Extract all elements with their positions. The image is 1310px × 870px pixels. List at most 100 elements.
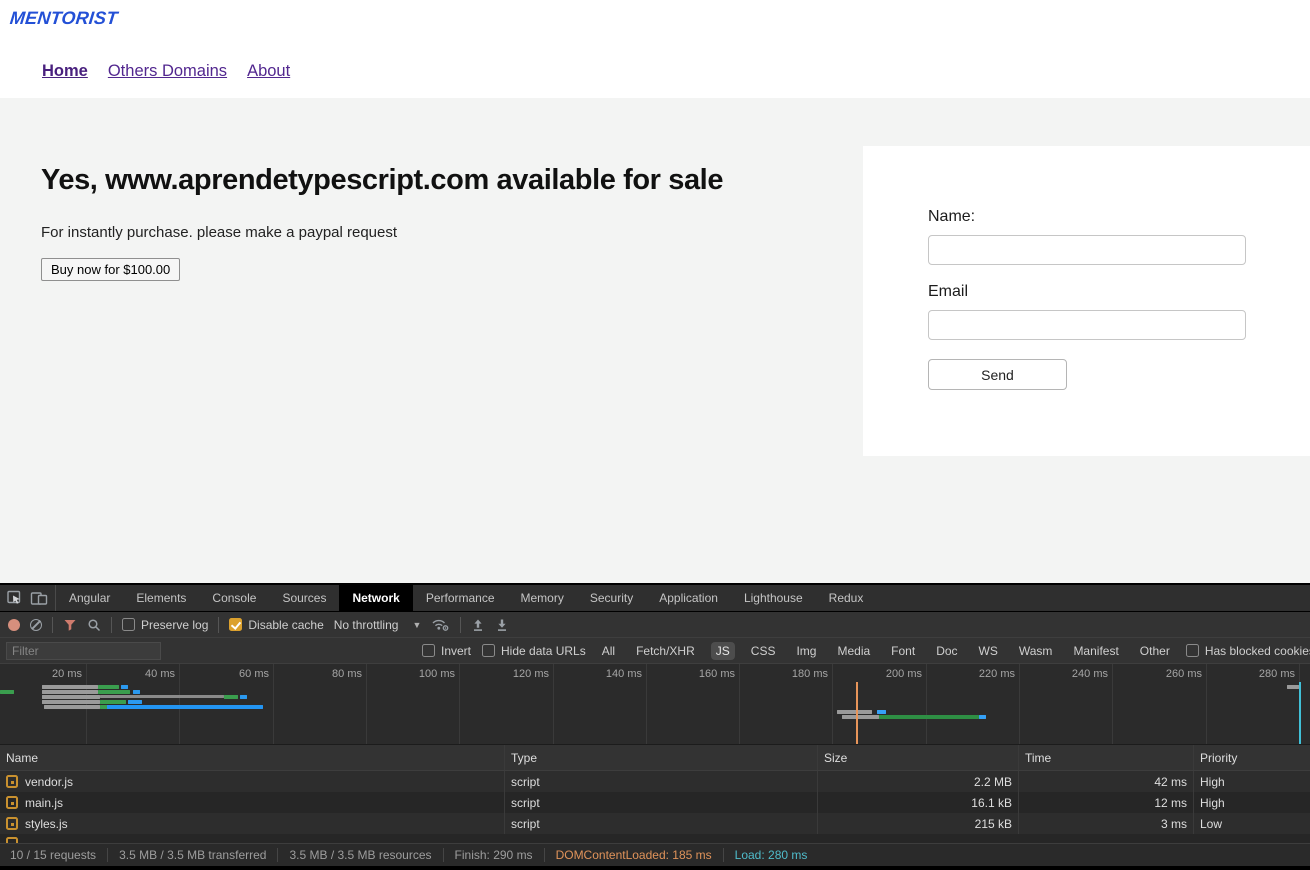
table-row-partial[interactable] xyxy=(0,834,1310,843)
tab-sources[interactable]: Sources xyxy=(269,585,339,611)
cell-time: 42 ms xyxy=(1154,775,1187,789)
timeline-tick-label: 40 ms xyxy=(117,668,175,680)
timeline-tick-label: 240 ms xyxy=(1050,668,1108,680)
hide-data-urls-checkbox[interactable] xyxy=(482,644,495,657)
type-filter-css[interactable]: CSS xyxy=(746,642,781,660)
type-filter-all[interactable]: All xyxy=(597,642,620,660)
waterfall-bar xyxy=(842,715,879,719)
cell-priority: Low xyxy=(1200,817,1222,831)
site-nav: Home Others Domains About xyxy=(42,62,290,81)
js-file-icon xyxy=(6,817,18,830)
device-toolbar-icon[interactable] xyxy=(30,590,49,607)
inspect-element-icon[interactable] xyxy=(6,589,24,607)
divider xyxy=(52,617,53,633)
waterfall-bar xyxy=(979,715,986,719)
tab-application[interactable]: Application xyxy=(646,585,731,611)
type-filter-fetch-xhr[interactable]: Fetch/XHR xyxy=(631,642,700,660)
waterfall-bar xyxy=(133,690,140,694)
email-field[interactable] xyxy=(928,310,1246,340)
send-button[interactable]: Send xyxy=(928,359,1067,390)
waterfall-bar xyxy=(42,685,98,689)
timeline-tick-label: 100 ms xyxy=(397,668,455,680)
waterfall-bar xyxy=(100,695,224,698)
type-filter-manifest[interactable]: Manifest xyxy=(1068,642,1123,660)
type-filter-img[interactable]: Img xyxy=(791,642,821,660)
resource-type-filters: All Fetch/XHR JS CSS Img Media Font Doc WS Wasm Ma… xyxy=(597,642,1175,660)
column-header-priority[interactable]: Priority xyxy=(1194,745,1310,770)
buy-now-button[interactable]: Buy now for $100.00 xyxy=(41,258,180,281)
has-blocked-cookies-toggle[interactable]: Has blocked cookies xyxy=(1186,644,1310,658)
table-row-main-js[interactable]: main.jsscript16.1 kB12 msHigh xyxy=(0,792,1310,813)
site-logo[interactable]: MENTORIST xyxy=(9,8,119,29)
invert-toggle[interactable]: Invert xyxy=(422,644,471,658)
timeline-tick-label: 260 ms xyxy=(1144,668,1202,680)
timeline-gridline xyxy=(273,664,274,744)
timeline-tick-label: 180 ms xyxy=(770,668,828,680)
type-filter-js[interactable]: JS xyxy=(711,642,735,660)
import-har-icon[interactable] xyxy=(471,618,485,632)
preserve-log-checkbox[interactable] xyxy=(122,618,135,631)
record-network-log-icon[interactable] xyxy=(8,619,20,631)
cell-name: vendor.js xyxy=(25,775,73,789)
devtools-tabbar: AngularElementsConsoleSourcesNetworkPerf… xyxy=(0,585,1310,612)
search-icon[interactable] xyxy=(87,618,101,632)
status-3-5-mb-3-5-mb-resources: 3.5 MB / 3.5 MB resources xyxy=(277,848,442,862)
export-har-icon[interactable] xyxy=(495,618,509,632)
type-filter-doc[interactable]: Doc xyxy=(931,642,962,660)
column-header-size[interactable]: Size xyxy=(818,745,1019,770)
hide-data-urls-toggle[interactable]: Hide data URLs xyxy=(482,644,586,658)
timeline-gridline xyxy=(646,664,647,744)
disable-cache-toggle[interactable]: Disable cache xyxy=(229,618,323,632)
has-blocked-cookies-checkbox[interactable] xyxy=(1186,644,1199,657)
tab-network[interactable]: Network xyxy=(339,585,412,611)
disable-cache-checkbox[interactable] xyxy=(229,618,242,631)
throttling-select[interactable]: No throttling ▼ xyxy=(334,618,422,632)
column-header-time[interactable]: Time xyxy=(1019,745,1194,770)
nav-link-about[interactable]: About xyxy=(247,62,290,81)
cell-priority: High xyxy=(1200,775,1225,789)
type-filter-wasm[interactable]: Wasm xyxy=(1014,642,1058,660)
network-filterbar: Invert Hide data URLs All Fetch/XHR JS CSS I… xyxy=(0,638,1310,664)
waterfall-bar xyxy=(44,705,100,709)
name-field[interactable] xyxy=(928,235,1246,265)
tab-lighthouse[interactable]: Lighthouse xyxy=(731,585,816,611)
table-row-styles-js[interactable]: styles.jsscript215 kB3 msLow xyxy=(0,813,1310,834)
waterfall-bar xyxy=(879,715,979,719)
waterfall-bar xyxy=(42,695,100,699)
tab-security[interactable]: Security xyxy=(577,585,646,611)
type-filter-media[interactable]: Media xyxy=(832,642,875,660)
status-load: Load: 280 ms xyxy=(723,848,819,862)
email-label: Email xyxy=(928,283,968,301)
clear-network-log-icon[interactable] xyxy=(30,619,42,631)
column-header-type[interactable]: Type xyxy=(505,745,818,770)
timeline-tick-label: 80 ms xyxy=(304,668,362,680)
page-subtitle: For instantly purchase. please make a pa… xyxy=(41,224,397,241)
waterfall-bar xyxy=(877,710,886,714)
filter-funnel-icon[interactable] xyxy=(63,618,77,632)
type-filter-other[interactable]: Other xyxy=(1135,642,1175,660)
preserve-log-toggle[interactable]: Preserve log xyxy=(122,618,208,632)
type-filter-font[interactable]: Font xyxy=(886,642,920,660)
nav-link-others-domains[interactable]: Others Domains xyxy=(108,62,227,81)
network-overview[interactable]: 20 ms40 ms60 ms80 ms100 ms120 ms140 ms16… xyxy=(0,664,1310,745)
type-filter-ws[interactable]: WS xyxy=(974,642,1003,660)
tab-elements[interactable]: Elements xyxy=(123,585,199,611)
table-row-vendor-js[interactable]: vendor.jsscript2.2 MB42 msHigh xyxy=(0,771,1310,792)
cell-type: script xyxy=(511,817,540,831)
cell-type: script xyxy=(511,775,540,789)
tab-angular[interactable]: Angular xyxy=(56,585,123,611)
timeline-tick-label: 60 ms xyxy=(211,668,269,680)
tab-memory[interactable]: Memory xyxy=(508,585,577,611)
waterfall-bar xyxy=(224,695,238,699)
invert-checkbox[interactable] xyxy=(422,644,435,657)
tab-redux[interactable]: Redux xyxy=(816,585,877,611)
tab-performance[interactable]: Performance xyxy=(413,585,508,611)
network-conditions-icon[interactable] xyxy=(431,617,450,632)
requests-table-header[interactable]: NameTypeSizeTimePriority xyxy=(0,745,1310,771)
timeline-gridline xyxy=(366,664,367,744)
column-header-name[interactable]: Name xyxy=(0,745,505,770)
tab-console[interactable]: Console xyxy=(199,585,269,611)
page-title: Yes, www.aprendetypescript.com available… xyxy=(41,164,723,197)
nav-link-home[interactable]: Home xyxy=(42,62,88,81)
filter-input[interactable] xyxy=(6,642,161,660)
